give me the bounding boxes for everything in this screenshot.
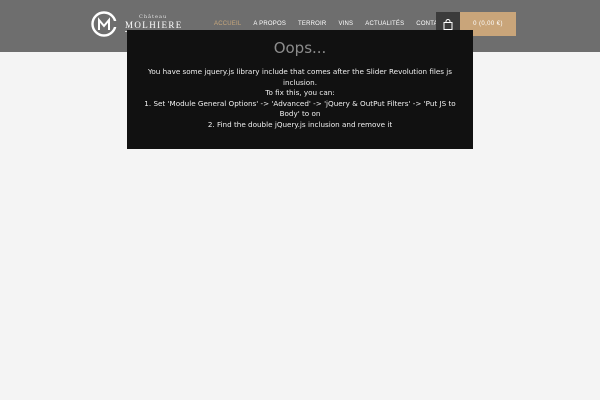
- error-title: Oops...: [273, 39, 327, 57]
- error-message: You have some jquery.js library include …: [127, 67, 473, 130]
- error-line-1: You have some jquery.js library include …: [147, 67, 453, 87]
- shopping-bag-icon: [443, 18, 453, 30]
- error-line-2: To fix this, you can:: [265, 88, 335, 97]
- error-line-4: 2. Find the double jQuery.js inclusion a…: [207, 119, 393, 129]
- error-line-3: 1. Set 'Module General Options' -> 'Adva…: [144, 98, 456, 119]
- slider-error-panel: Oops... You have some jquery.js library …: [127, 30, 473, 149]
- logo-brand-text: MOLHIERE: [125, 20, 183, 30]
- chateau-logo-icon[interactable]: [91, 11, 117, 37]
